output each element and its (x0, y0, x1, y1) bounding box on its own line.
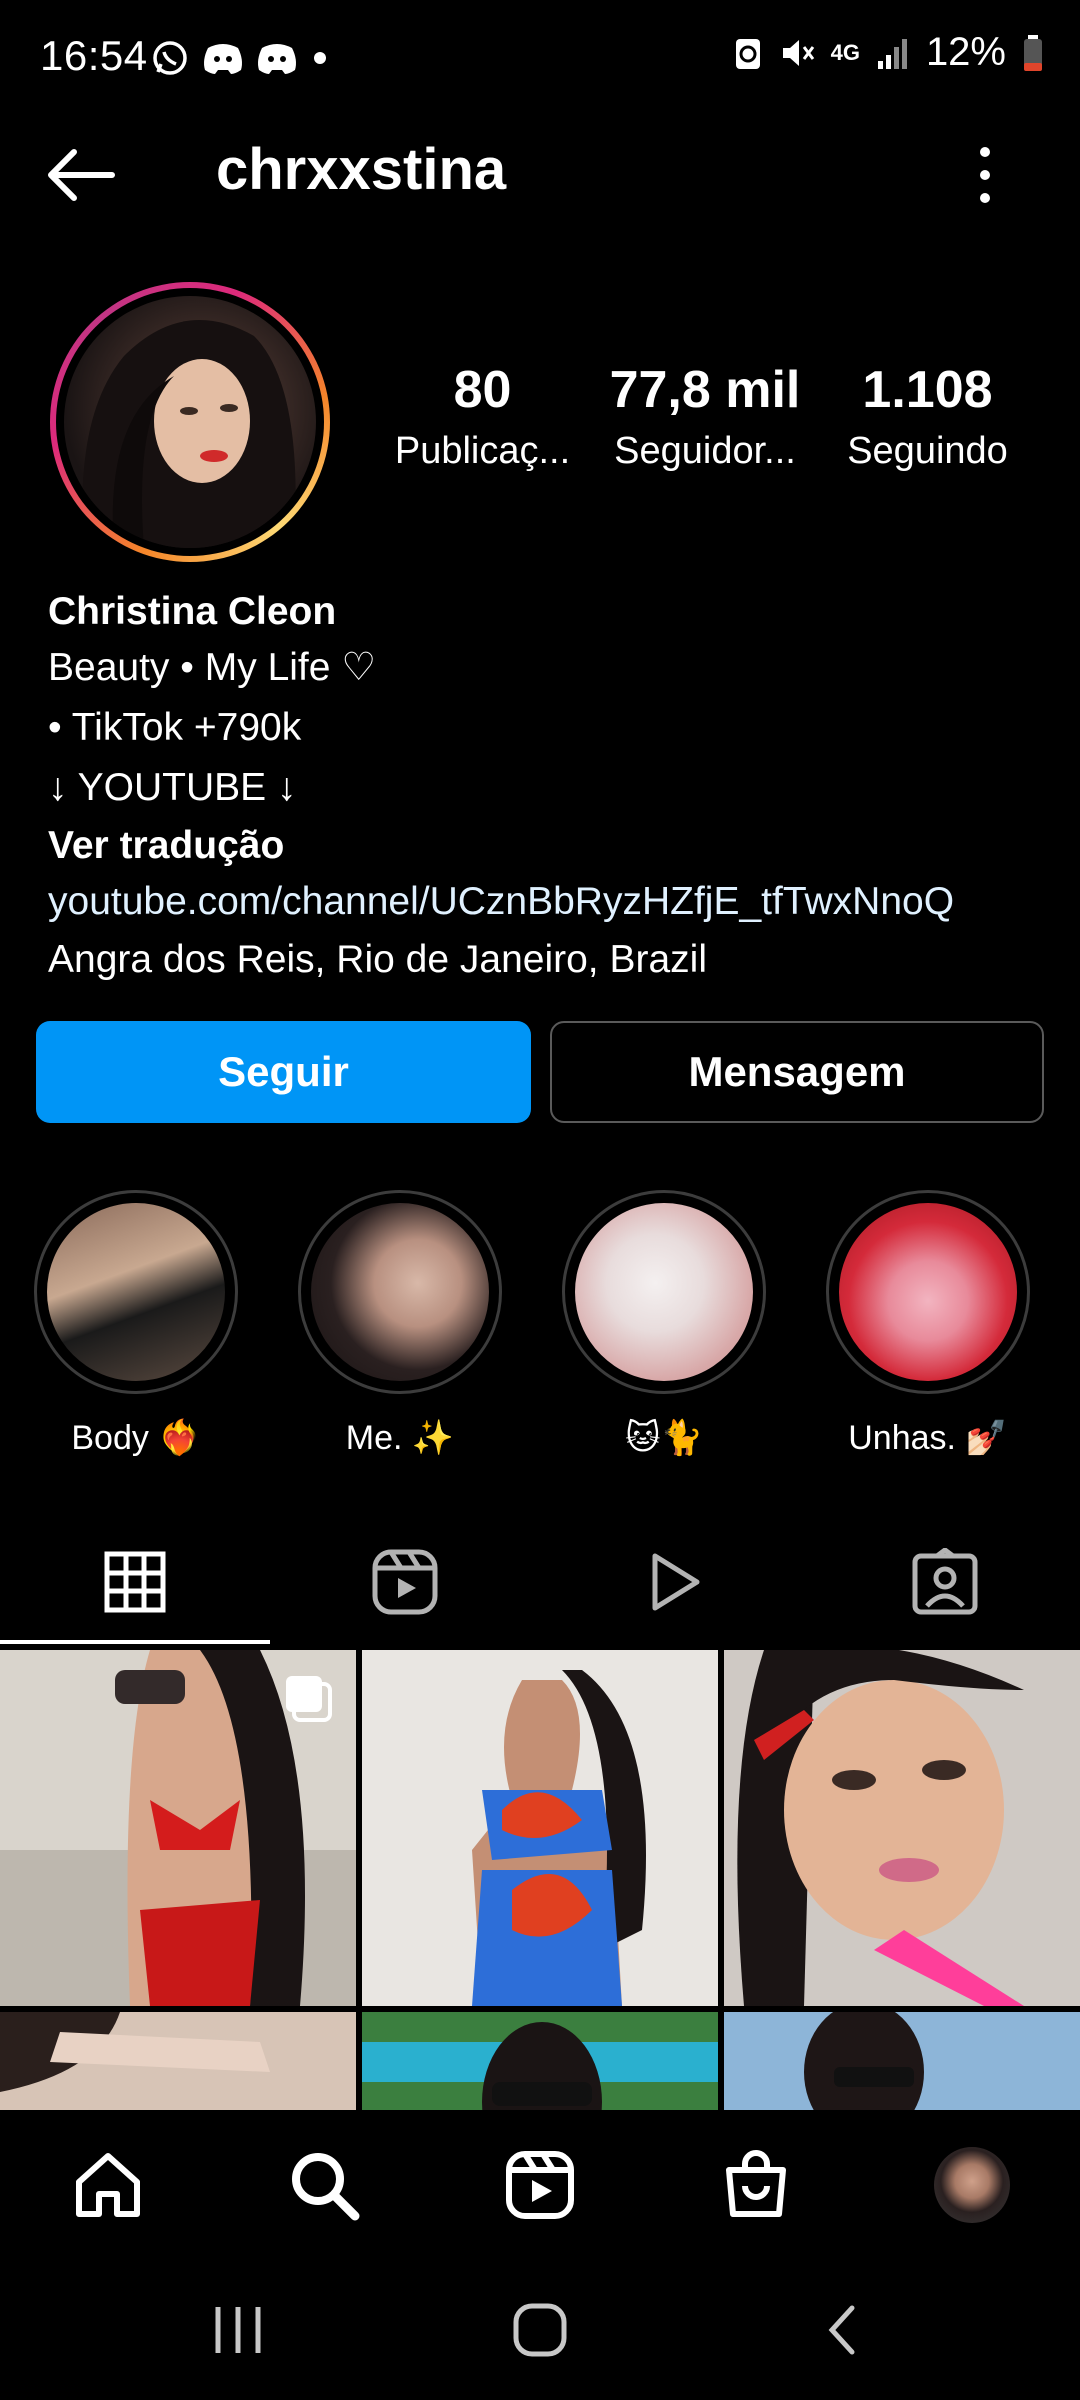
highlight-cats-image (575, 1203, 753, 1381)
stat-following-label: Seguindo (847, 430, 1008, 472)
bio-line-1: Beauty • My Life ♡ (48, 646, 377, 689)
stat-posts-value: 80 (453, 361, 512, 419)
mute-icon (782, 39, 814, 66)
highlight-body-image (47, 1203, 225, 1381)
nav-search[interactable] (216, 2110, 432, 2260)
highlight-cats[interactable]: 🐱🐈 (562, 1190, 766, 1458)
home-circle-icon (513, 2303, 567, 2357)
grid-post[interactable] (0, 1650, 356, 2006)
recents-icon (215, 2307, 261, 2353)
battery-percent: 12% (925, 30, 1006, 74)
highlight-nails-image (839, 1203, 1017, 1381)
stat-following-value: 1.108 (862, 361, 993, 419)
status-time: 16:54 (40, 32, 148, 79)
bio-line-3: ↓ YOUTUBE ↓ (48, 766, 297, 809)
follow-button[interactable]: Seguir (36, 1021, 531, 1123)
nav-reels[interactable] (432, 2110, 648, 2260)
active-tab-indicator (0, 1640, 270, 1644)
back-chevron-icon (828, 2305, 855, 2355)
more-options-button[interactable] (960, 140, 1010, 210)
highlight-body-label: Body ❤️‍🔥 (71, 1419, 201, 1457)
video-icon (652, 1553, 700, 1611)
highlight-me[interactable]: Me. ✨ (298, 1190, 502, 1458)
discord-icon-2 (258, 44, 296, 74)
highlight-nails-label: Unhas. 💅🏻 (848, 1419, 1008, 1457)
back-button[interactable] (40, 140, 130, 210)
stat-following[interactable]: 1.108 Seguindo (830, 360, 1025, 473)
tab-grid[interactable] (0, 1522, 270, 1642)
tagged-icon (912, 1548, 978, 1615)
signal-icon (877, 38, 907, 69)
tab-videos[interactable] (540, 1522, 810, 1642)
avatar-image (64, 296, 316, 548)
nav-shop[interactable] (648, 2110, 864, 2260)
profile-username: chrxxstina (216, 137, 507, 202)
highlight-cats-label: 🐱🐈 (625, 1419, 703, 1457)
more-vertical-icon (980, 147, 990, 203)
nav-home[interactable] (0, 2110, 216, 2260)
highlight-me-image (311, 1203, 489, 1381)
grid-post[interactable] (362, 1650, 718, 2006)
highlight-nails[interactable]: Unhas. 💅🏻 (826, 1190, 1030, 1458)
bio-link[interactable]: youtube.com/channel/UCznBbRyzHZfjE_tfTwx… (48, 882, 954, 921)
highlight-body[interactable]: Body ❤️‍🔥 (34, 1190, 238, 1458)
stat-followers-label: Seguidor... (614, 430, 796, 472)
status-bar: 16:54 4G 12% (0, 0, 1080, 120)
carousel-icon (286, 1676, 332, 1722)
back-system-button[interactable] (662, 2260, 1022, 2400)
nav-profile[interactable] (864, 2110, 1080, 2260)
bottom-nav (0, 2110, 1080, 2260)
network-type: 4G (830, 39, 860, 65)
discord-icon (204, 44, 242, 74)
bio-line-2: • TikTok +790k (48, 706, 302, 749)
home-icon (76, 2153, 140, 2217)
translate-link[interactable]: Ver tradução (48, 826, 284, 865)
whatsapp-icon (153, 41, 187, 75)
highlight-me-label: Me. ✨ (345, 1419, 455, 1457)
back-arrow-icon (48, 149, 115, 201)
dot-icon (314, 52, 326, 64)
tab-reels[interactable] (270, 1522, 540, 1642)
bio-location[interactable]: Angra dos Reis, Rio de Janeiro, Brazil (48, 940, 707, 979)
message-button[interactable]: Mensagem (550, 1021, 1044, 1123)
battery-saver-icon (735, 38, 760, 69)
profile-tabs (0, 1522, 1080, 1642)
profile-avatar-small (934, 2147, 1010, 2223)
notification-icons (150, 38, 330, 78)
grid-post[interactable] (724, 1650, 1080, 2006)
stat-posts-label: Publicaç... (394, 430, 571, 472)
search-icon (292, 2153, 360, 2221)
reels-icon (372, 1549, 438, 1615)
system-navigation (0, 2260, 1080, 2400)
stat-followers[interactable]: 77,8 mil Seguidor... (600, 360, 810, 473)
tab-tagged[interactable] (810, 1522, 1080, 1642)
profile-name: Christina Cleon (48, 590, 337, 633)
battery-icon (1024, 34, 1042, 71)
stat-posts[interactable]: 80 Publicaç... (385, 360, 580, 473)
stat-followers-value: 77,8 mil (609, 361, 801, 419)
shop-icon (726, 2150, 786, 2217)
system-icons: 4G 12% (733, 30, 1044, 75)
reels-icon (506, 2151, 574, 2219)
grid-icon (104, 1551, 166, 1613)
profile-avatar[interactable] (50, 282, 330, 562)
